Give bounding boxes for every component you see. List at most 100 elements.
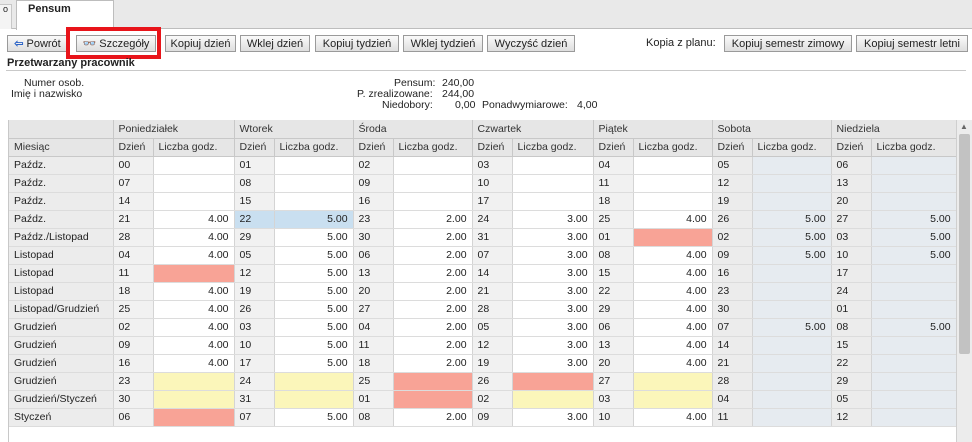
hours-cell[interactable]: 4.00 [633, 264, 713, 283]
hours-cell[interactable]: 2.00 [393, 282, 473, 301]
hours-cell[interactable] [752, 354, 832, 373]
hours-cell[interactable] [752, 408, 832, 427]
hours-cell[interactable]: 5.00 [274, 336, 354, 355]
hours-cell[interactable] [871, 156, 956, 175]
hours-cell[interactable]: 2.00 [393, 264, 473, 283]
hours-cell[interactable]: 2.00 [393, 318, 473, 337]
hours-cell[interactable]: 5.00 [752, 246, 832, 265]
hours-cell[interactable] [752, 372, 832, 391]
hours-cell[interactable] [871, 336, 956, 355]
hours-cell[interactable] [633, 228, 713, 247]
hours-cell[interactable]: 5.00 [274, 210, 354, 229]
hours-cell[interactable] [393, 156, 473, 175]
hours-cell[interactable] [274, 192, 354, 211]
hours-cell[interactable]: 5.00 [752, 228, 832, 247]
hours-cell[interactable] [752, 336, 832, 355]
hours-cell[interactable] [752, 192, 832, 211]
hours-cell[interactable] [393, 390, 473, 409]
hours-cell[interactable]: 2.00 [393, 210, 473, 229]
hours-cell[interactable]: 4.00 [633, 210, 713, 229]
hours-cell[interactable] [633, 390, 713, 409]
hours-cell[interactable] [512, 156, 594, 175]
hours-cell[interactable] [153, 264, 235, 283]
hours-cell[interactable]: 5.00 [274, 408, 354, 427]
hours-cell[interactable] [153, 390, 235, 409]
hours-cell[interactable]: 5.00 [274, 354, 354, 373]
hours-cell[interactable] [512, 372, 594, 391]
hours-cell[interactable] [871, 390, 956, 409]
hours-cell[interactable] [752, 174, 832, 193]
hours-cell[interactable] [871, 192, 956, 211]
copy-summer-semester-button[interactable]: Kopiuj semestr letni [856, 35, 968, 52]
hours-cell[interactable]: 4.00 [633, 300, 713, 319]
hours-cell[interactable] [752, 264, 832, 283]
hours-cell[interactable]: 3.00 [512, 264, 594, 283]
hours-cell[interactable] [274, 390, 354, 409]
hours-cell[interactable] [633, 156, 713, 175]
hours-cell[interactable]: 3.00 [512, 246, 594, 265]
hours-cell[interactable]: 4.00 [633, 354, 713, 373]
hours-cell[interactable] [633, 174, 713, 193]
hours-cell[interactable]: 4.00 [153, 300, 235, 319]
hours-cell[interactable] [633, 192, 713, 211]
hours-cell[interactable] [393, 192, 473, 211]
vertical-scrollbar[interactable]: ▲ [956, 120, 972, 442]
hours-cell[interactable]: 3.00 [512, 408, 594, 427]
hours-cell[interactable] [274, 372, 354, 391]
hours-cell[interactable]: 4.00 [633, 246, 713, 265]
hours-cell[interactable]: 3.00 [512, 336, 594, 355]
hours-cell[interactable] [512, 390, 594, 409]
hours-cell[interactable]: 5.00 [871, 210, 956, 229]
hours-cell[interactable]: 4.00 [633, 282, 713, 301]
hours-cell[interactable]: 2.00 [393, 228, 473, 247]
hours-cell[interactable] [752, 300, 832, 319]
scrollbar-thumb[interactable] [959, 134, 970, 354]
hours-cell[interactable] [871, 264, 956, 283]
hours-cell[interactable]: 4.00 [153, 246, 235, 265]
hours-cell[interactable]: 3.00 [512, 228, 594, 247]
hours-cell[interactable]: 4.00 [153, 228, 235, 247]
hours-cell[interactable] [871, 174, 956, 193]
hours-cell[interactable] [274, 174, 354, 193]
hours-cell[interactable] [871, 300, 956, 319]
hours-cell[interactable] [871, 282, 956, 301]
hours-cell[interactable] [512, 174, 594, 193]
hours-cell[interactable]: 5.00 [274, 246, 354, 265]
hours-cell[interactable] [393, 372, 473, 391]
copy-week-button[interactable]: Kopiuj tydzień [315, 35, 399, 52]
hours-cell[interactable] [752, 390, 832, 409]
tab-pensum[interactable]: Pensum [16, 0, 114, 30]
hours-cell[interactable]: 5.00 [274, 228, 354, 247]
hours-cell[interactable]: 4.00 [153, 336, 235, 355]
copy-winter-semester-button[interactable]: Kopiuj semestr zimowy [724, 35, 852, 52]
hours-cell[interactable] [871, 372, 956, 391]
hours-cell[interactable]: 5.00 [274, 282, 354, 301]
hours-cell[interactable]: 5.00 [274, 300, 354, 319]
tab-previous[interactable]: o [0, 4, 12, 29]
hours-cell[interactable]: 5.00 [274, 318, 354, 337]
hours-cell[interactable]: 5.00 [871, 246, 956, 265]
paste-day-button[interactable]: Wklej dzień [240, 35, 310, 52]
hours-cell[interactable]: 3.00 [512, 354, 594, 373]
hours-cell[interactable] [512, 192, 594, 211]
hours-cell[interactable] [153, 174, 235, 193]
hours-cell[interactable] [153, 408, 235, 427]
hours-cell[interactable]: 4.00 [153, 282, 235, 301]
hours-cell[interactable]: 5.00 [871, 318, 956, 337]
hours-cell[interactable] [393, 174, 473, 193]
hours-cell[interactable] [871, 408, 956, 427]
hours-cell[interactable]: 2.00 [393, 336, 473, 355]
clear-day-button[interactable]: Wyczyść dzień [487, 35, 575, 52]
hours-cell[interactable]: 5.00 [752, 210, 832, 229]
hours-cell[interactable]: 2.00 [393, 300, 473, 319]
hours-cell[interactable]: 2.00 [393, 246, 473, 265]
hours-cell[interactable]: 2.00 [393, 354, 473, 373]
hours-cell[interactable]: 5.00 [274, 264, 354, 283]
hours-cell[interactable] [871, 354, 956, 373]
back-button[interactable]: ⇦ Powrót [7, 35, 68, 52]
hours-cell[interactable] [274, 156, 354, 175]
hours-cell[interactable]: 4.00 [153, 318, 235, 337]
hours-cell[interactable]: 4.00 [633, 318, 713, 337]
hours-cell[interactable]: 5.00 [871, 228, 956, 247]
hours-cell[interactable]: 4.00 [153, 354, 235, 373]
